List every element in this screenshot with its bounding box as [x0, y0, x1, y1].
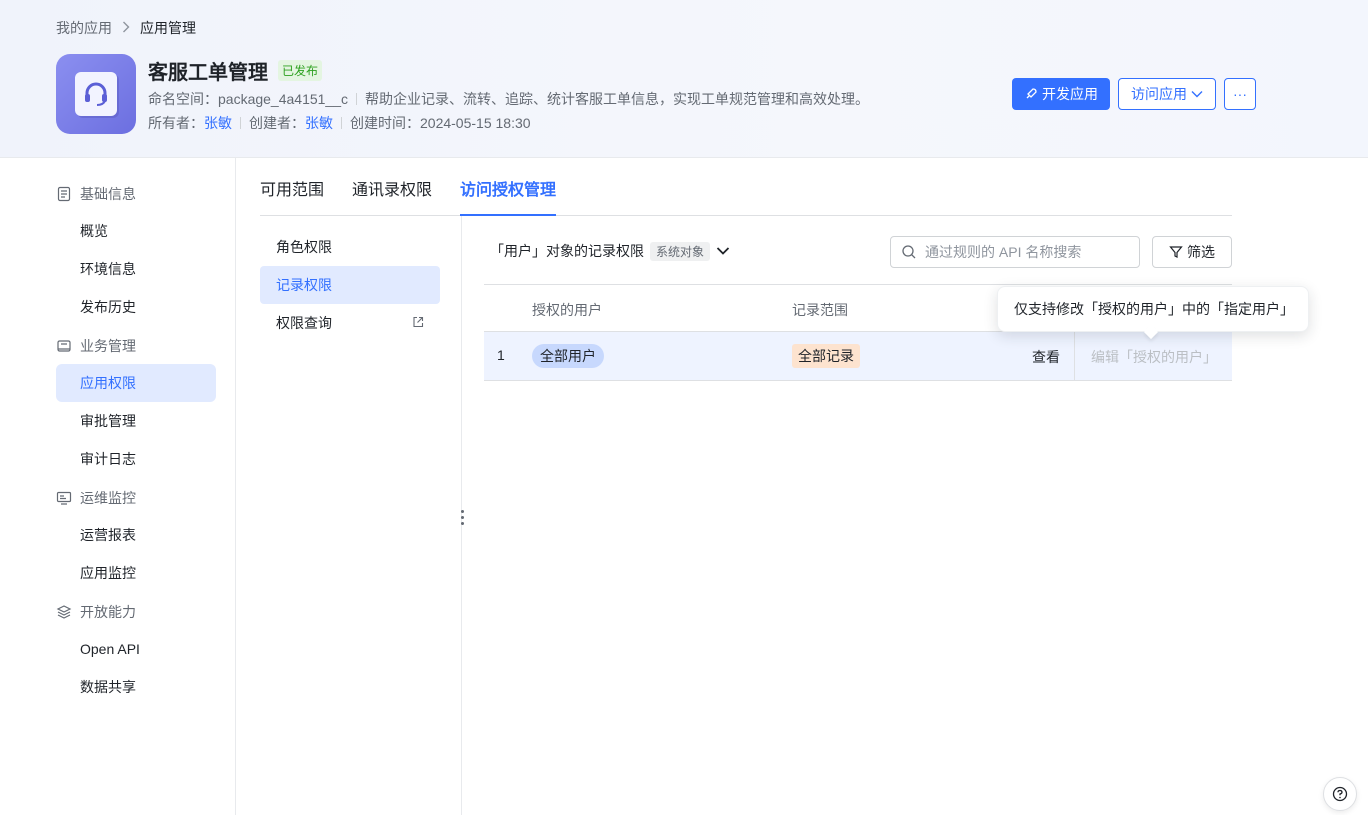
owner-link[interactable]: 张敏 — [204, 113, 232, 133]
sidebar-item-app-monitor[interactable]: 应用监控 — [56, 554, 216, 592]
creator-label: 创建者： — [249, 115, 305, 131]
subnav-role-permission[interactable]: 角色权限 — [260, 228, 440, 266]
header-record-scope: 记录范围 — [792, 302, 848, 318]
subnav-label: 权限查询 — [276, 315, 332, 331]
filter-icon — [1169, 246, 1183, 258]
external-link-icon — [413, 316, 424, 328]
search-box — [890, 236, 1140, 268]
object-selector[interactable]: 「用户」对象的记录权限 系统对象 — [490, 241, 730, 261]
view-link[interactable]: 查看 — [1032, 347, 1060, 367]
search-input[interactable] — [925, 244, 1125, 260]
app-title: 客服工单管理 — [148, 62, 268, 84]
more-button[interactable]: ··· — [1224, 78, 1256, 110]
header-authorized-users: 授权的用户 — [532, 302, 602, 318]
chevron-down-icon — [1191, 91, 1203, 98]
sidebar-group-label: 业务管理 — [80, 338, 136, 354]
sidebar-group-open: 开放能力 — [56, 602, 136, 622]
document-icon — [57, 186, 71, 202]
app-meta-namespace: 命名空间： package_4a4151__c 帮助企业记录、流转、追踪、统计客… — [148, 89, 869, 109]
headset-icon — [85, 82, 107, 106]
sidebar: 基础信息 概览 环境信息 发布历史 业务管理 应用权限 审批管理 审计日志 运维… — [0, 158, 236, 815]
sidebar-item-approval[interactable]: 审批管理 — [56, 402, 216, 440]
sidebar-item-release-history[interactable]: 发布历史 — [56, 288, 216, 326]
tab-contacts-permission[interactable]: 通讯录权限 — [352, 157, 432, 215]
divider — [356, 93, 358, 105]
develop-app-button[interactable]: 开发应用 — [1012, 78, 1110, 110]
help-icon — [1332, 786, 1348, 802]
status-badge: 已发布 — [278, 60, 323, 81]
edit-users-link[interactable]: 编辑「授权的用户」 — [1091, 347, 1217, 367]
breadcrumb-current: 应用管理 — [140, 20, 196, 36]
namespace-value: package_4a4151__c — [218, 91, 349, 107]
layers-icon — [56, 605, 72, 619]
system-object-tag: 系统对象 — [650, 241, 711, 261]
sidebar-group-basic: 基础信息 — [56, 184, 136, 204]
help-button[interactable] — [1323, 777, 1357, 811]
divider — [341, 117, 342, 129]
sidebar-group-label: 基础信息 — [80, 186, 136, 202]
sidebar-item-environment[interactable]: 环境信息 — [56, 250, 216, 288]
table-row: 1 全部用户 全部记录 查看 编辑「授权的用户」 — [484, 332, 1232, 381]
briefcase-icon — [57, 340, 71, 352]
creator-link[interactable]: 张敏 — [305, 113, 333, 133]
sidebar-group-business: 业务管理 — [56, 336, 136, 356]
breadcrumb: 我的应用 应用管理 — [56, 18, 196, 38]
subnav-permission-query[interactable]: 权限查询 — [260, 304, 440, 342]
subnav-label: 记录权限 — [276, 277, 332, 293]
created-label: 创建时间： — [350, 115, 420, 131]
sidebar-group-label: 开放能力 — [80, 604, 136, 620]
subnav-record-permission[interactable]: 记录权限 — [260, 266, 440, 304]
chevron-right-icon — [122, 21, 130, 36]
row-index: 1 — [497, 347, 505, 363]
app-icon — [56, 54, 136, 134]
search-icon — [902, 245, 916, 259]
resize-handle[interactable] — [460, 510, 464, 525]
scope-tag: 全部记录 — [792, 344, 860, 368]
tab-bar: 可用范围 通讯录权限 访问授权管理 — [260, 158, 1232, 216]
users-tag: 全部用户 — [532, 344, 604, 368]
operation-cell: 编辑「授权的用户」 — [1074, 332, 1232, 380]
created-value: 2024-05-15 18:30 — [420, 115, 531, 131]
tooltip: 仅支持修改「授权的用户」中的「指定用户」 — [997, 286, 1309, 332]
subnav-label: 角色权限 — [276, 239, 332, 255]
chevron-down-icon — [716, 247, 730, 255]
app-header: 我的应用 应用管理 客服工单管理 已发布 命名空间： package_4a415… — [0, 0, 1368, 158]
sidebar-item-app-permissions[interactable]: 应用权限 — [56, 364, 216, 402]
sidebar-item-overview[interactable]: 概览 — [56, 212, 216, 250]
object-selector-label: 「用户」对象的记录权限 — [490, 243, 644, 259]
sidebar-item-data-sharing[interactable]: 数据共享 — [56, 668, 216, 706]
sub-nav: 角色权限 记录权限 权限查询 — [260, 228, 440, 342]
sidebar-group-label: 运维监控 — [80, 490, 136, 506]
visit-app-button[interactable]: 访问应用 — [1118, 78, 1216, 110]
tab-availability[interactable]: 可用范围 — [260, 157, 324, 215]
owner-label: 所有者： — [148, 115, 204, 131]
sidebar-item-ops-report[interactable]: 运营报表 — [56, 516, 216, 554]
visit-app-label: 访问应用 — [1131, 86, 1187, 102]
breadcrumb-my-apps[interactable]: 我的应用 — [56, 18, 112, 38]
sidebar-item-open-api[interactable]: Open API — [56, 630, 216, 668]
sidebar-group-ops: 运维监控 — [56, 488, 136, 508]
divider — [240, 117, 241, 129]
sidebar-item-audit-log[interactable]: 审计日志 — [56, 440, 216, 478]
app-description: 帮助企业记录、流转、追踪、统计客服工单信息，实现工单规范管理和高效处理。 — [365, 91, 870, 107]
develop-app-label: 开发应用 — [1042, 86, 1098, 102]
tab-access-authorization[interactable]: 访问授权管理 — [460, 157, 557, 216]
filter-label: 筛选 — [1187, 244, 1215, 260]
app-meta-people: 所有者： 张敏 创建者： 张敏 创建时间： 2024-05-15 18:30 — [148, 113, 531, 133]
monitor-icon — [56, 491, 72, 505]
filter-button[interactable]: 筛选 — [1152, 236, 1232, 268]
rocket-icon — [1026, 88, 1037, 99]
namespace-label: 命名空间： — [148, 91, 218, 107]
